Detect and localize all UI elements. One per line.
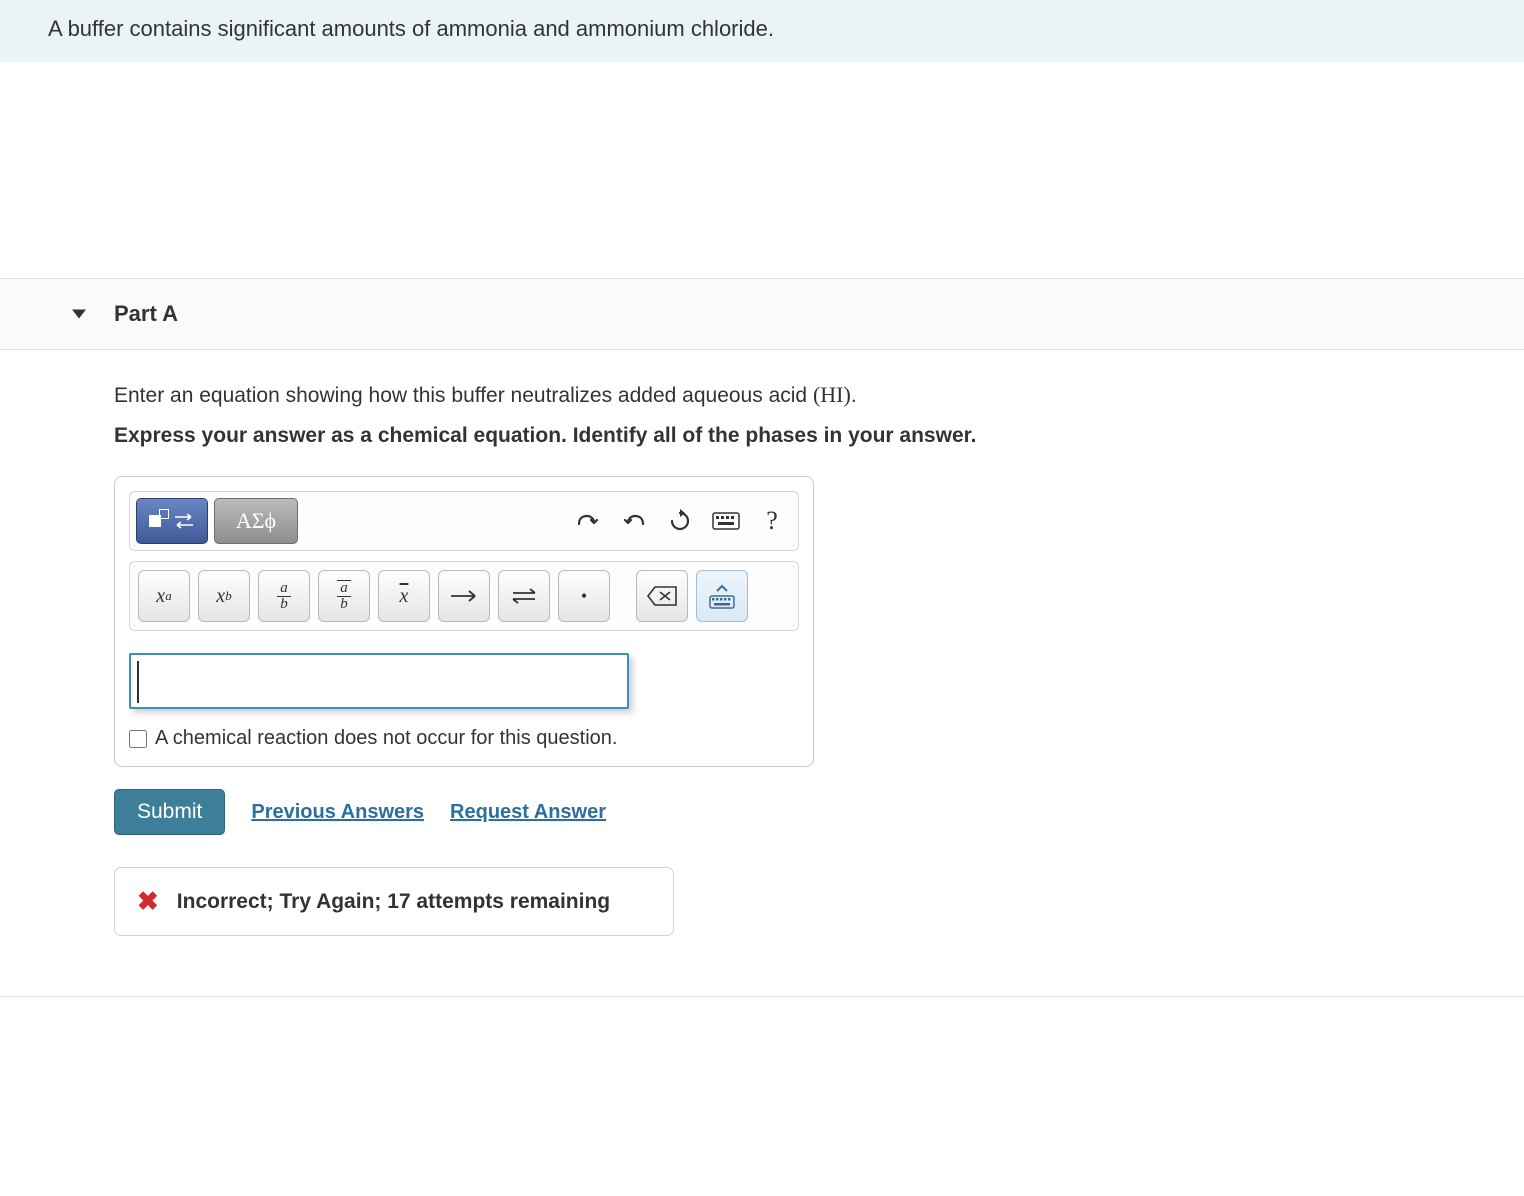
backspace-button[interactable] — [636, 570, 688, 622]
right-arrow-icon — [449, 589, 479, 603]
chemistry-icon — [149, 513, 195, 529]
no-reaction-row[interactable]: A chemical reaction does not occur for t… — [129, 727, 799, 750]
caret-down-icon — [72, 310, 86, 319]
reset-button[interactable] — [660, 501, 700, 541]
no-reaction-label: A chemical reaction does not occur for t… — [155, 727, 617, 750]
overline-button[interactable]: x — [378, 570, 430, 622]
keyboard-icon — [712, 512, 740, 530]
equilibrium-icon — [509, 587, 539, 605]
feedback-box: ✖ Incorrect; Try Again; 17 attempts rema… — [114, 867, 674, 936]
redo-button[interactable] — [614, 501, 654, 541]
feedback-text: Incorrect; Try Again; 17 attempts remain… — [177, 890, 610, 914]
equation-editor: ΑΣϕ ? xa xb ab ab x — [114, 476, 814, 767]
right-arrow-button[interactable] — [438, 570, 490, 622]
prompt-suffix: . — [851, 384, 857, 407]
chevron-up-icon — [716, 584, 728, 592]
request-answer-link[interactable]: Request Answer — [450, 801, 606, 824]
prompt-prefix: Enter an equation showing how this buffe… — [114, 384, 813, 407]
incorrect-icon: ✖ — [137, 886, 159, 917]
superscript-button[interactable]: xa — [138, 570, 190, 622]
redo-icon — [622, 509, 646, 533]
subscript-button[interactable]: xb — [198, 570, 250, 622]
editor-tabs-row: ΑΣϕ ? — [129, 491, 799, 551]
answer-input[interactable] — [129, 653, 629, 709]
prompt-formula: (HI) — [813, 382, 851, 407]
keyboard-toggle-button[interactable] — [696, 570, 748, 622]
problem-statement: A buffer contains significant amounts of… — [0, 0, 1524, 62]
prompt-text: Enter an equation showing how this buffe… — [114, 382, 1476, 408]
spacer — [0, 62, 1524, 278]
part-body: Enter an equation showing how this buffe… — [0, 350, 1524, 997]
previous-answers-link[interactable]: Previous Answers — [251, 801, 424, 824]
part-header[interactable]: Part A — [0, 278, 1524, 350]
undo-icon — [576, 509, 600, 533]
help-button[interactable]: ? — [752, 501, 792, 541]
reset-icon — [668, 509, 692, 533]
actions-row: Submit Previous Answers Request Answer — [114, 789, 1476, 835]
no-reaction-checkbox[interactable] — [129, 730, 147, 748]
undo-button[interactable] — [568, 501, 608, 541]
keyboard-button[interactable] — [706, 501, 746, 541]
editor-tools-row: xa xb ab ab x • — [129, 561, 799, 631]
text-cursor — [137, 661, 139, 703]
instruction-text: Express your answer as a chemical equati… — [114, 424, 1476, 448]
submit-button[interactable]: Submit — [114, 789, 225, 835]
equilibrium-arrow-button[interactable] — [498, 570, 550, 622]
tab-greek[interactable]: ΑΣϕ — [214, 498, 298, 544]
fraction-bar-button[interactable]: ab — [318, 570, 370, 622]
backspace-icon — [646, 585, 678, 607]
keyboard-small-icon — [709, 595, 735, 609]
dot-button[interactable]: • — [558, 570, 610, 622]
fraction-button[interactable]: ab — [258, 570, 310, 622]
tab-chemistry[interactable] — [136, 498, 208, 544]
part-title: Part A — [114, 301, 178, 327]
